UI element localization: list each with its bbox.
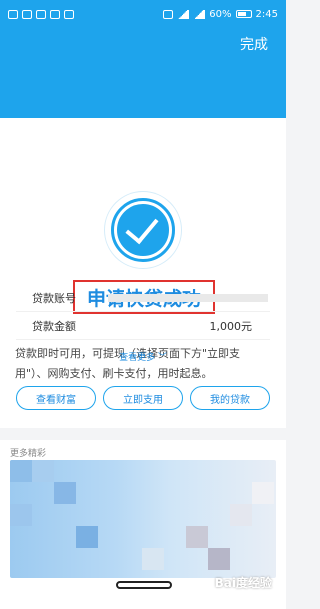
signal-icon xyxy=(22,9,32,19)
status-bar: 60% 2:45 xyxy=(0,0,286,28)
header: 完成 xyxy=(0,28,286,118)
watermark: Bai度经验 xyxy=(214,576,272,590)
check-mark-icon xyxy=(114,201,172,259)
banner-pixel xyxy=(252,482,274,504)
banner-pixel xyxy=(32,460,54,482)
loan-account-label: 贷款账号 xyxy=(32,291,76,305)
my-loan-button[interactable]: 我的贷款 xyxy=(190,386,270,410)
gesture-nav-bar[interactable] xyxy=(116,581,172,589)
promo-banner[interactable] xyxy=(10,460,276,578)
result-card: 申请快贷成功 贷款即时可用，可提现（选择页面下方"立即支用"）、网购支付、刷卡支… xyxy=(0,118,286,428)
banner-pixel xyxy=(10,460,32,482)
sim-icon xyxy=(8,9,18,19)
vibrate-icon xyxy=(163,9,174,19)
battery-percent: 60% xyxy=(209,8,232,20)
view-wealth-button[interactable]: 查看财富 xyxy=(16,386,96,410)
wifi-icon xyxy=(177,9,190,19)
status-right: 60% 2:45 xyxy=(163,9,278,20)
banner-pixel xyxy=(54,482,76,504)
done-button[interactable]: 完成 xyxy=(240,34,268,54)
battery-icon xyxy=(235,10,252,18)
loan-account-row: 贷款账号 xyxy=(16,284,270,312)
action-buttons: 查看财富 立即支用 我的贷款 xyxy=(16,386,270,410)
success-check-icon xyxy=(105,192,181,268)
loan-amount-value: 1,000元 xyxy=(209,319,253,333)
banner-pixel xyxy=(208,548,230,570)
loan-amount-label: 贷款金额 xyxy=(32,319,76,333)
signal-bars-icon xyxy=(193,9,206,19)
alarm-icon xyxy=(50,9,60,19)
banner-pixel xyxy=(76,526,98,548)
loan-amount-row: 贷款金额 1,000元 xyxy=(16,312,270,340)
banner-pixel xyxy=(186,526,208,548)
status-left xyxy=(8,9,74,19)
more-title: 更多精彩 xyxy=(10,449,47,459)
banner-pixel xyxy=(142,548,164,570)
see-more-link[interactable]: 查看更多 ﹀ xyxy=(0,350,286,363)
settings-icon xyxy=(64,9,74,19)
status-time: 2:45 xyxy=(255,8,278,20)
loan-account-value-blurred xyxy=(108,294,268,302)
use-now-button[interactable]: 立即支用 xyxy=(103,386,183,410)
wechat-icon xyxy=(36,9,46,19)
banner-pixel xyxy=(10,504,32,526)
banner-pixel xyxy=(230,504,252,526)
